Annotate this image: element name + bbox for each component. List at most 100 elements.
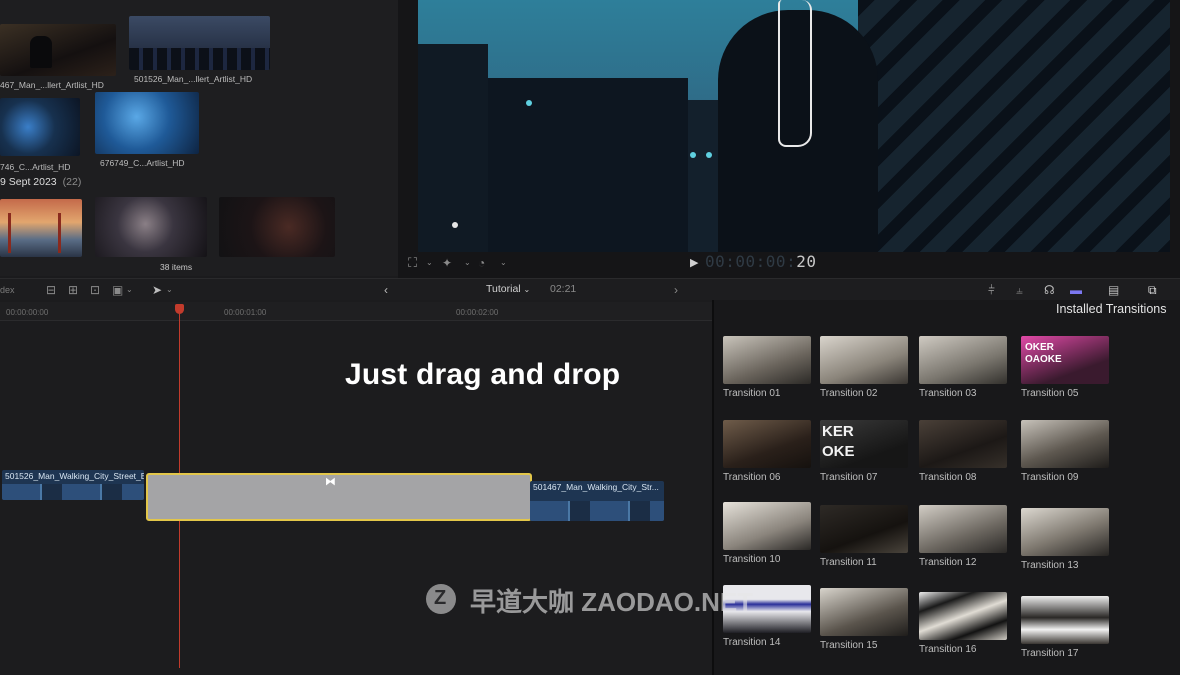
tutorial-caption: Just drag and drop	[345, 358, 621, 391]
ruler-timecode: 00:00:02:00	[456, 308, 499, 317]
back-arrow-icon[interactable]: ‹	[384, 279, 388, 301]
clip-appearance-icon[interactable]: ▤	[1108, 279, 1119, 301]
transition-name: Transition 08	[919, 472, 977, 483]
overwrite-clip-icon[interactable]: ▣	[112, 279, 123, 301]
chevron-down-icon[interactable]: ⌄	[126, 279, 133, 301]
clip-thumbnail[interactable]	[129, 16, 270, 70]
timecode-frames: 20	[796, 252, 817, 271]
select-tool-icon[interactable]: ➤	[152, 279, 162, 301]
chevron-down-icon[interactable]: ⌄	[426, 252, 433, 274]
transition-thumbnail	[723, 502, 811, 550]
panel-title: Installed Transitions	[1056, 302, 1167, 316]
transition-item[interactable]: Transition 08	[919, 420, 1011, 483]
transition-item[interactable]: Transition 02	[820, 336, 912, 399]
date-group-header[interactable]: 9 Sept 2023 (22)	[0, 176, 81, 188]
transition-thumbnail: OKER OAOKE	[1021, 336, 1109, 384]
transition-thumbnail	[1021, 508, 1109, 556]
transition-thumbnail	[723, 420, 811, 468]
transition-thumbnail: KER OKE	[820, 420, 908, 468]
skimming-icon[interactable]: ⫩	[988, 279, 995, 301]
append-clip-icon[interactable]: ⊡	[90, 279, 100, 301]
transition-name: Transition 16	[919, 644, 977, 655]
transition-bowtie-icon: ⧓	[325, 476, 336, 488]
chevron-down-icon[interactable]: ⌄	[464, 252, 471, 274]
speed-gauge-icon[interactable]: ◔	[478, 252, 485, 274]
clip-thumbnail[interactable]	[95, 197, 207, 257]
date-group-label: 9 Sept 2023	[0, 176, 57, 188]
insert-clip-icon[interactable]: ⊞	[68, 279, 78, 301]
project-name: Tutorial	[486, 283, 521, 295]
transition-item[interactable]: Transition 15	[820, 588, 912, 651]
watermark-logo-letter: Z	[434, 587, 447, 609]
transition-thumbnail	[820, 588, 908, 636]
transition-item[interactable]: Transition 16	[919, 592, 1011, 655]
transition-item[interactable]: KER OKE Transition 07	[820, 420, 912, 483]
project-name-menu[interactable]: Tutorial ⌄	[486, 278, 530, 301]
transition-item[interactable]: Transition 11	[820, 505, 912, 568]
transition-name: Transition 05	[1021, 388, 1079, 399]
transition-item[interactable]: Transition 09	[1021, 420, 1113, 483]
headphones-icon[interactable]: ☊	[1044, 279, 1055, 301]
clip-thumbnail-label: 501526_Man_...llert_Artlist_HD	[134, 74, 253, 84]
transition-thumbnail	[820, 505, 908, 553]
transition-name: Transition 02	[820, 388, 878, 399]
transitions-browser-icon[interactable]: ⧉	[1148, 279, 1157, 301]
audio-skimming-icon[interactable]: ⫨	[1016, 279, 1023, 301]
chevron-down-icon[interactable]: ⌄	[500, 252, 507, 274]
transition-name: Transition 09	[1021, 472, 1079, 483]
connect-clip-icon[interactable]: ⊟	[46, 279, 56, 301]
thumbnail-lettering: OKER OAOKE	[1025, 342, 1062, 365]
viewer-frame[interactable]	[418, 0, 1170, 252]
transition-item[interactable]: OKER OAOKE Transition 05	[1021, 336, 1113, 399]
timeline-ruler[interactable]: 00:00:00:00 00:00:01:00 00:00:02:00	[0, 302, 712, 321]
transition-block[interactable]	[146, 473, 532, 521]
clip-thumbnail[interactable]	[95, 92, 199, 154]
transition-item[interactable]: Transition 13	[1021, 508, 1113, 571]
clip-thumbnail[interactable]	[0, 24, 116, 76]
clip-thumbnail[interactable]	[219, 197, 335, 257]
timecode-display[interactable]: 00:00:00:20	[705, 252, 816, 271]
transition-item[interactable]: Transition 03	[919, 336, 1011, 399]
clip-label: 501526_Man_Walking_City_Street_By...	[5, 471, 144, 481]
transition-name: Transition 14	[723, 637, 781, 648]
transition-thumbnail	[723, 336, 811, 384]
transition-thumbnail	[1021, 596, 1109, 644]
items-count: 38 items	[160, 262, 193, 272]
ruler-timecode: 00:00:01:00	[224, 308, 267, 317]
timeline-clip-left[interactable]: 501526_Man_Walking_City_Street_By...	[2, 470, 144, 500]
play-icon[interactable]: ▶	[690, 252, 698, 274]
magic-wand-icon[interactable]: ✦	[442, 252, 452, 274]
transition-thumbnail	[919, 420, 1007, 468]
date-group-count: (22)	[62, 176, 82, 188]
media-browser: 467_Man_...llert_Artlist_HD 501526_Man_.…	[0, 0, 398, 276]
clip-thumbnail[interactable]	[0, 199, 82, 257]
index-label[interactable]: dex	[0, 279, 15, 301]
clip-thumbnail-label: 676749_C...Artlist_HD	[100, 158, 185, 168]
thumbnail-lettering: KER OKE	[822, 423, 855, 460]
forward-arrow-icon[interactable]: ›	[674, 279, 678, 301]
transition-item[interactable]: Transition 12	[919, 505, 1011, 568]
clip-thumbnail-label: 467_Man_...llert_Artlist_HD	[0, 80, 104, 90]
transition-name: Transition 01	[723, 388, 781, 399]
crop-icon[interactable]: ⛶	[408, 252, 417, 274]
chevron-down-icon: ⌄	[523, 285, 531, 294]
clip-label: 501467_Man_Walking_City_Str...	[533, 482, 659, 492]
transition-name: Transition 12	[919, 557, 977, 568]
transition-item[interactable]: Transition 17	[1021, 596, 1113, 659]
timeline-clip-right[interactable]: 501467_Man_Walking_City_Str...	[530, 481, 664, 521]
watermark-text: 早道大咖 ZAODAO.NET	[470, 587, 754, 617]
clip-filmstrip	[530, 501, 664, 521]
timecode-dim: 00:00:00:	[705, 252, 797, 271]
watermark: 早道大咖 ZAODAO.NET	[470, 582, 753, 619]
clip-thumbnail[interactable]	[0, 98, 80, 156]
transition-name: Transition 13	[1021, 560, 1079, 571]
viewer: ⛶ ⌄ ✦ ⌄ ◔ ⌄ ▶	[398, 0, 1180, 278]
transition-item[interactable]: Transition 06	[723, 420, 815, 483]
snapping-icon[interactable]: ▬	[1070, 279, 1082, 301]
transition-thumbnail	[919, 336, 1007, 384]
chevron-down-icon[interactable]: ⌄	[166, 279, 173, 301]
transition-name: Transition 10	[723, 554, 781, 565]
watermark-logo-icon: Z	[426, 584, 456, 614]
transition-item[interactable]: Transition 01	[723, 336, 815, 399]
transition-item[interactable]: Transition 10	[723, 502, 815, 565]
